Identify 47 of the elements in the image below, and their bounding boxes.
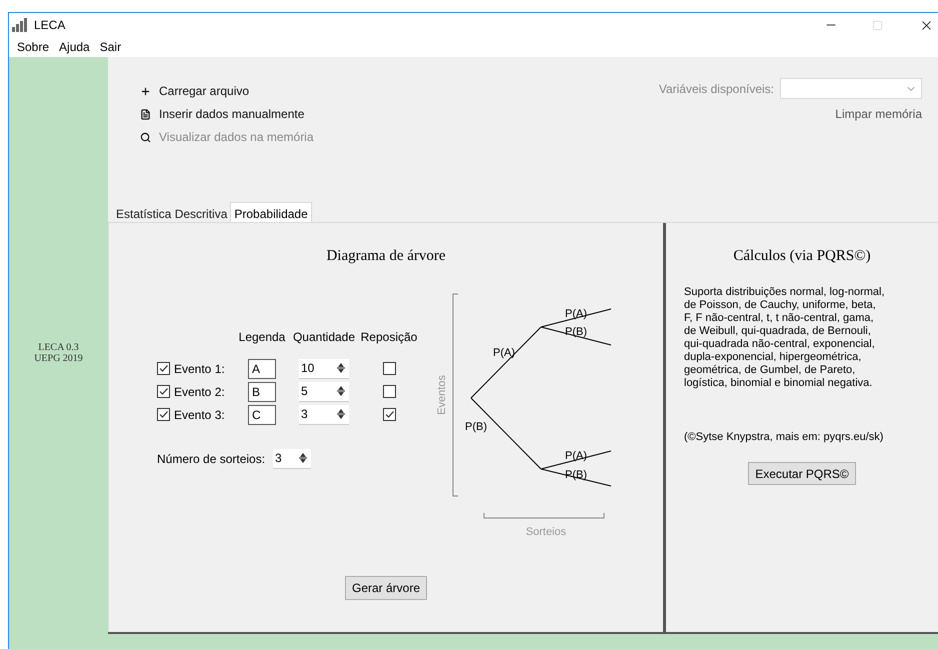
legend-field[interactable]: C bbox=[248, 404, 276, 424]
plus-icon bbox=[140, 86, 151, 96]
panel-title: Diagrama de árvore bbox=[326, 247, 446, 266]
draws-label: Número de sorteios: bbox=[157, 450, 266, 468]
menu-item[interactable]: Ajuda bbox=[59, 38, 90, 56]
checkbox[interactable] bbox=[157, 362, 170, 375]
menu-item[interactable]: Sobre bbox=[17, 38, 50, 56]
generate-tree-button[interactable]: Gerar árvore bbox=[344, 576, 428, 600]
clear-memory-link[interactable]: Limpar memória bbox=[835, 105, 922, 123]
checkbox[interactable] bbox=[157, 385, 170, 398]
quantity-spinbox[interactable]: 5 bbox=[299, 382, 349, 402]
panel-title: Cálculos (via PQRS©) bbox=[733, 247, 871, 266]
search-icon bbox=[140, 132, 151, 142]
event-label: Evento 2: bbox=[174, 384, 225, 400]
checkbox[interactable] bbox=[382, 385, 396, 398]
variables-label: Variáveis disponíveis: bbox=[658, 80, 774, 98]
tree-diagram: Eventos Sorteios P(A) P(A) P(B) P(B) P(A) P(B) bbox=[431, 288, 621, 548]
draws-spinbox[interactable]: 3 bbox=[273, 448, 312, 468]
event-label: Evento 3: bbox=[174, 406, 225, 424]
quantity-spinbox[interactable]: 3 bbox=[299, 404, 349, 424]
column-header: Quantidade bbox=[292, 328, 356, 346]
checkbox[interactable] bbox=[157, 408, 170, 421]
credit-text: (©Sytse Knypstra, mais em: pyqrs.eu/sk) bbox=[684, 430, 884, 444]
tab[interactable]: Probabilidade bbox=[230, 202, 312, 222]
window-title: LECA bbox=[34, 17, 66, 34]
legend-field[interactable]: B bbox=[248, 382, 276, 402]
quantity-spinbox[interactable]: 10 bbox=[299, 358, 349, 378]
spinner-arrows-icon[interactable] bbox=[337, 362, 345, 374]
version-text: UEPG 2019 bbox=[34, 353, 83, 364]
legend-field[interactable]: A bbox=[248, 358, 276, 378]
column-header: Legenda bbox=[238, 328, 286, 346]
tab[interactable]: Estatística Descritiva bbox=[113, 205, 230, 222]
checkbox[interactable] bbox=[382, 362, 396, 375]
bar-chart-icon bbox=[12, 18, 28, 32]
spinner-arrows-icon[interactable] bbox=[299, 452, 308, 464]
action-link[interactable]: Inserir dados manualmente bbox=[140, 105, 314, 123]
checkbox[interactable] bbox=[382, 408, 396, 421]
spinner-arrows-icon[interactable] bbox=[337, 408, 345, 420]
document-icon bbox=[140, 108, 151, 120]
action-link[interactable]: Carregar arquivo bbox=[140, 82, 314, 100]
run-pqrs-button[interactable]: Executar PQRS© bbox=[748, 462, 856, 485]
spinner-arrows-icon[interactable] bbox=[337, 385, 345, 397]
description-text: Suporta distribuições normal, log-normal, de Poisson, de Cauchy, uniforme, beta, F, F não-central, t, t não-central, gama, de Weibull, qui-quadrada, de Bernouli, qui-quadrada não-central, exponencial, dupla-exponencial, hipergeométrica, geométrica, de Gumbel, de Pareto, logística, binomial e binomial negativa. bbox=[684, 286, 886, 390]
version-text: LECA 0.3 bbox=[38, 342, 79, 353]
event-label: Evento 1: bbox=[174, 360, 225, 378]
menu-item[interactable]: Sair bbox=[100, 38, 122, 56]
column-header: Reposição bbox=[360, 328, 418, 346]
